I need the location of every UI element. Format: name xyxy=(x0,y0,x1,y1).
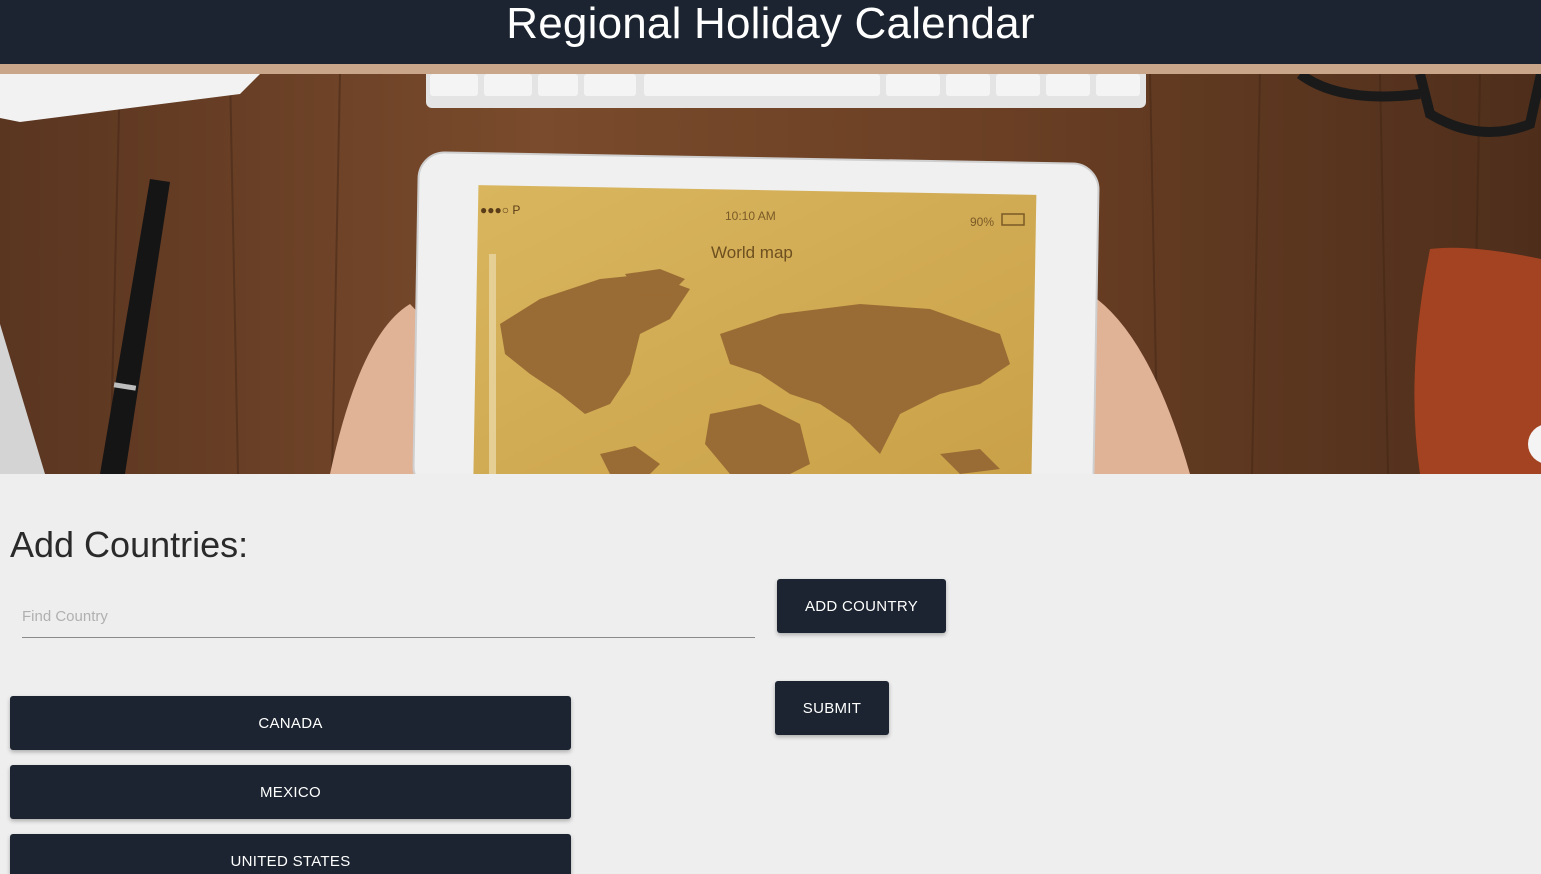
country-search-input[interactable] xyxy=(22,596,755,638)
tablet-screen-title: World map xyxy=(711,243,793,262)
tablet-carrier: ●●●○ P xyxy=(480,203,520,217)
country-item-canada[interactable]: CANADA xyxy=(10,696,571,750)
page-title: Regional Holiday Calendar xyxy=(506,0,1035,48)
header-accent-bar xyxy=(0,64,1541,74)
tablet-scrollbar xyxy=(489,254,496,474)
hero-banner-image: ●●●○ P 10:10 AM 90% World map xyxy=(0,74,1541,474)
wallet-illustration xyxy=(1414,247,1541,474)
submit-button[interactable]: SUBMIT xyxy=(775,681,889,735)
country-item-united-states[interactable]: UNITED STATES xyxy=(10,834,571,874)
app-header: Regional Holiday Calendar xyxy=(0,0,1541,64)
add-country-button[interactable]: ADD COUNTRY xyxy=(777,579,946,633)
keyboard-illustration xyxy=(426,74,1146,108)
country-item-mexico[interactable]: MEXICO xyxy=(10,765,571,819)
tablet-battery-text: 90% xyxy=(970,215,994,229)
tablet-illustration: ●●●○ P 10:10 AM 90% World map xyxy=(412,151,1100,474)
section-title: Add Countries: xyxy=(10,524,249,565)
tablet-clock: 10:10 AM xyxy=(725,209,776,223)
country-list: CANADA MEXICO UNITED STATES xyxy=(10,696,571,874)
hero-illustration: ●●●○ P 10:10 AM 90% World map xyxy=(0,74,1541,474)
